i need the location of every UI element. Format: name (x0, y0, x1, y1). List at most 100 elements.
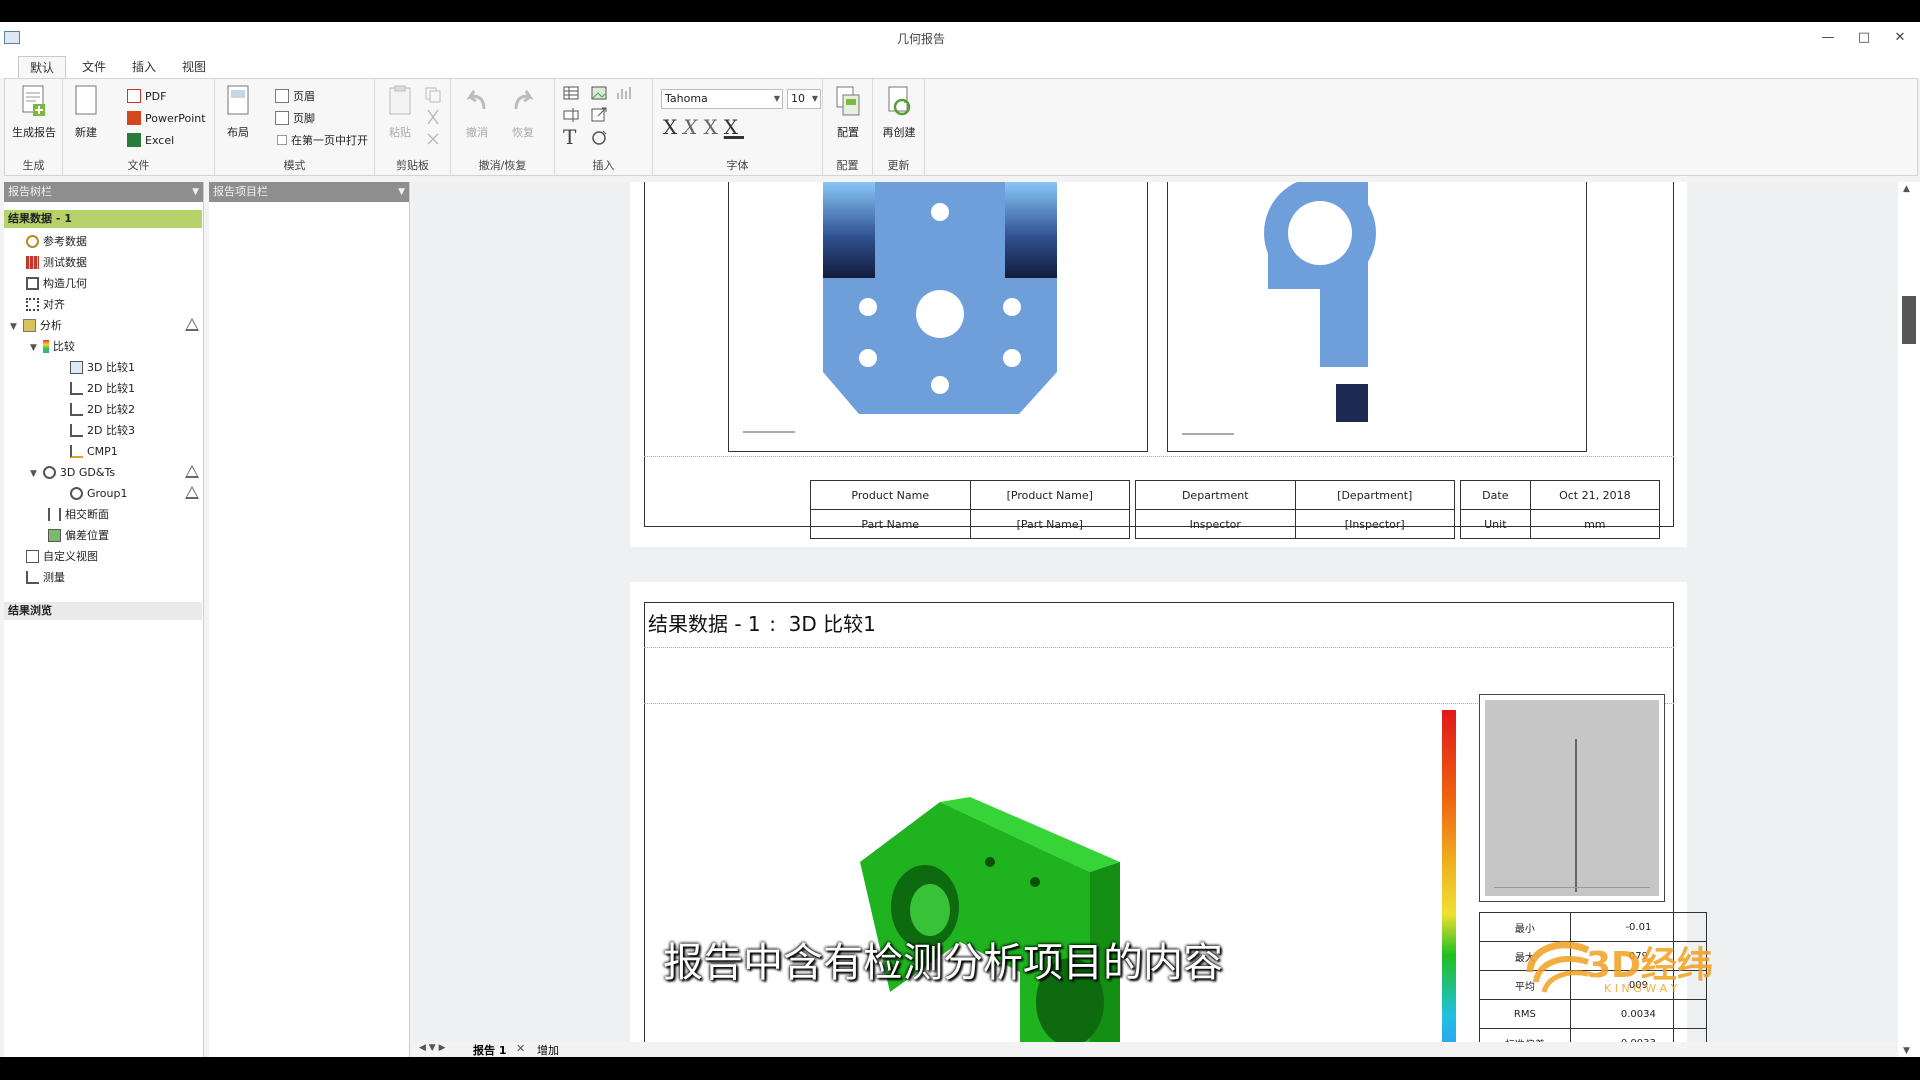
title-bar: 几何报告 — □ ✕ (0, 22, 1920, 54)
pdf-icon (127, 89, 141, 103)
undo-icon (466, 90, 486, 110)
pdf-button[interactable]: PDF (127, 87, 166, 107)
tab-default[interactable]: 默认 (18, 56, 66, 78)
part-name-value: [Part Name] (969, 509, 1130, 539)
tree-item-custom-view[interactable]: 自定义视图 (26, 547, 98, 566)
part-view-front[interactable] (728, 182, 1148, 452)
font-style-buttons[interactable]: XXXX (663, 115, 744, 139)
tree-item-align[interactable]: 对齐 (26, 295, 65, 314)
2d-compare-icon (70, 424, 83, 437)
insert-shape-icon[interactable] (591, 129, 609, 147)
document-area[interactable]: Product Name [Product Name] Part Name [Par… (413, 182, 1898, 1042)
tree-item-cmp1[interactable]: CMP1 (70, 442, 118, 461)
open-first-page-checkbox[interactable]: 在第一页中打开 (277, 131, 368, 151)
close-button[interactable]: ✕ (1886, 26, 1914, 50)
tab-file[interactable]: 文件 (74, 56, 114, 78)
delete-icon[interactable] (425, 131, 441, 147)
group-update: 再创建 更新 (873, 79, 925, 175)
expand-icon[interactable]: ▼ (30, 469, 37, 479)
tree-item-2d-compare2[interactable]: 2D 比较2 (70, 400, 135, 419)
tree-item-measure[interactable]: 测量 (26, 568, 65, 587)
generate-report-button[interactable]: 生成报告 (9, 85, 59, 140)
tree-item-group1[interactable]: Group1 (70, 484, 128, 503)
inspector-label: Inspector (1135, 509, 1296, 539)
copy-icon[interactable] (425, 87, 441, 103)
tree-item-2d-compare1[interactable]: 2D 比较1 (70, 379, 135, 398)
result-browse-section[interactable]: 结果浏览 (4, 602, 202, 620)
font-size-select[interactable]: 10 ▼ (787, 89, 821, 109)
tree-item-construct-geometry[interactable]: 构造几何 (26, 274, 87, 293)
tree-item-3d-compare1[interactable]: 3D 比较1 (70, 358, 135, 377)
insert-text-icon[interactable]: T (563, 125, 576, 149)
group-generate: 生成报告 生成 (5, 79, 63, 175)
chevron-down-icon[interactable]: ▼ (398, 182, 405, 202)
group-label-clipboard: 剪贴板 (396, 159, 429, 172)
tree-item-compare[interactable]: ▼ 比较 (30, 337, 75, 356)
font-color-icon[interactable]: X (724, 115, 744, 139)
redo-icon (514, 90, 534, 110)
expand-icon[interactable]: ▼ (30, 343, 37, 353)
custom-view-icon (26, 550, 39, 563)
paste-button[interactable]: 粘贴 (383, 85, 417, 140)
tree-item-2d-compare3[interactable]: 2D 比较3 (70, 421, 135, 440)
insert-table-icon[interactable] (563, 85, 581, 101)
paste-icon (389, 85, 411, 115)
bold-icon[interactable]: X (663, 115, 683, 139)
redo-button[interactable]: 恢复 (503, 85, 543, 140)
warning-icon (185, 486, 199, 499)
add-tab-button[interactable]: 增加 (537, 1042, 559, 1057)
new-button[interactable]: 新建 (69, 85, 103, 140)
minimize-button[interactable]: — (1814, 26, 1842, 50)
tree-item-3d-gdts[interactable]: ▼ 3D GD&Ts (30, 463, 115, 482)
tab-view[interactable]: 视图 (174, 56, 214, 78)
part-view-side[interactable] (1167, 182, 1587, 452)
scrollbar-thumb[interactable] (1902, 296, 1916, 344)
footer-button[interactable]: 页脚 (275, 109, 315, 129)
tree-item-deviation-location[interactable]: 偏差位置 (48, 526, 109, 545)
cut-icon[interactable] (425, 109, 441, 125)
header-button[interactable]: 页眉 (275, 87, 315, 107)
config-button[interactable]: 配置 (827, 85, 869, 140)
report-tree-pane: 报告树栏 ▼ 结果数据 - 1 参考数据 测试数据 构造几何 对齐 ▼ 分析 ▼ 比较… (4, 182, 204, 1057)
excel-button[interactable]: Excel (127, 131, 174, 151)
font-family-select[interactable]: Tahoma ▼ (661, 89, 783, 109)
ribbon: 生成报告 生成 新建 PDF PowerPoint Excel 文件 布局 页眉… (4, 78, 1918, 176)
app-window: 几何报告 — □ ✕ 默认 文件 插入 视图 生成报告 生成 新建 PDF Po… (0, 22, 1920, 1057)
unit-label: Unit (1460, 509, 1531, 539)
unit-value: mm (1529, 509, 1661, 539)
brand-logo-icon (1526, 941, 1590, 993)
insert-chart-icon[interactable] (615, 85, 633, 101)
undo-button[interactable]: 撤消 (457, 85, 497, 140)
italic-icon[interactable]: X (683, 115, 703, 139)
report-items-pane: 报告项目栏 ▼ (209, 182, 410, 1057)
vertical-scrollbar[interactable]: ▲ ▼ (1898, 182, 1920, 1057)
group-label-font: 字体 (726, 159, 749, 172)
close-tab-icon[interactable]: ✕ (516, 1042, 525, 1055)
tree-item-cross-section[interactable]: 相交断面 (48, 505, 109, 524)
section-heading: 结果数据 - 1:3D 比较1 (648, 612, 876, 636)
tab-insert[interactable]: 插入 (124, 56, 164, 78)
inspector-value: [Inspector] (1294, 509, 1455, 539)
insert-link-icon[interactable] (591, 107, 609, 123)
cross-section-icon (48, 508, 61, 521)
maximize-button[interactable]: □ (1850, 26, 1878, 50)
scroll-down-icon[interactable]: ▼ (1903, 1046, 1910, 1056)
scroll-up-icon[interactable]: ▲ (1903, 184, 1910, 194)
layout-button[interactable]: 布局 (221, 85, 255, 140)
construct-geometry-icon (26, 277, 39, 290)
insert-image-icon[interactable] (591, 85, 609, 101)
recreate-button[interactable]: 再创建 (877, 85, 921, 140)
chevron-down-icon[interactable]: ▼ (192, 182, 199, 202)
tree-item-test-data[interactable]: 测试数据 (26, 253, 87, 272)
tree-item-analysis[interactable]: ▼ 分析 (10, 316, 62, 335)
tab-nav-icons[interactable]: ◀ ▼ ▶ (419, 1043, 446, 1053)
powerpoint-button[interactable]: PowerPoint (127, 109, 206, 129)
chevron-down-icon: ▼ (773, 94, 780, 103)
tree-item-reference-data[interactable]: 参考数据 (26, 232, 87, 251)
product-name-label: Product Name (810, 480, 971, 510)
underline-icon[interactable]: X (704, 115, 724, 139)
tree-root-selected[interactable]: 结果数据 - 1 (4, 210, 202, 228)
report-tab[interactable]: 报告 1 (473, 1042, 506, 1057)
insert-field-icon[interactable] (563, 107, 581, 123)
expand-icon[interactable]: ▼ (10, 322, 17, 332)
